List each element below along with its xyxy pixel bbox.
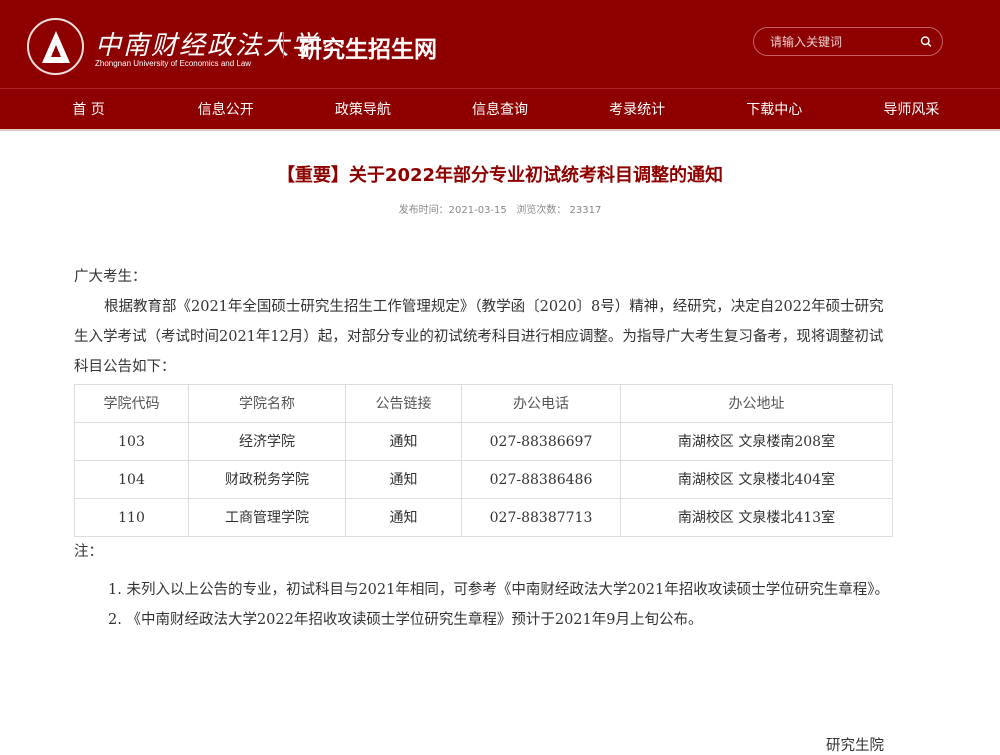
th-code: 学院代码 bbox=[74, 384, 189, 423]
nav-home[interactable]: 首 页 bbox=[34, 99, 144, 119]
signature: 研究生院 bbox=[826, 738, 884, 754]
views-count: 23317 bbox=[569, 205, 602, 216]
table-row: 110 工商管理学院 通知 027-88387713 南湖校区 文泉楼北413室 bbox=[74, 498, 893, 537]
th-name: 学院名称 bbox=[188, 384, 346, 423]
publish-date: 2021-03-15 bbox=[448, 205, 507, 216]
main-nav: 首 页 信息公开 政策导航 信息查询 考录统计 下载中心 导师风采 bbox=[0, 88, 1000, 131]
notice-link[interactable]: 通知 bbox=[345, 498, 462, 537]
note-item: 2. 《中南财经政法大学2022年招收攻读硕士学位研究生章程》预计于2021年9… bbox=[108, 612, 703, 628]
cell: 027-88386486 bbox=[461, 460, 621, 499]
nav-info-public[interactable]: 信息公开 bbox=[171, 99, 281, 119]
cell: 027-88386697 bbox=[461, 422, 621, 461]
cell: 财政税务学院 bbox=[188, 460, 346, 499]
views-label: 浏览次数： bbox=[516, 205, 567, 216]
search-icon[interactable] bbox=[920, 34, 932, 49]
search-box bbox=[753, 27, 943, 56]
cell: 南湖校区 文泉楼北413室 bbox=[620, 498, 893, 537]
paragraph: 根据教育部《2021年全国硕士研究生招生工作管理规定》（教学函〔2020〕8号）… bbox=[74, 299, 884, 375]
cell: 104 bbox=[74, 460, 189, 499]
article-title: 【重要】关于2022年部分专业初试统考科目调整的通知 bbox=[276, 165, 724, 186]
header: 中南财经政法大学 Zhongnan University of Economic… bbox=[0, 0, 1000, 88]
college-table: 学院代码 学院名称 公告链接 办公电话 办公地址 103 经济学院 通知 027-883866… bbox=[74, 384, 893, 537]
cell: 103 bbox=[74, 422, 189, 461]
th-phone: 办公电话 bbox=[461, 384, 621, 423]
divider bbox=[283, 32, 284, 58]
notice-link[interactable]: 通知 bbox=[345, 422, 462, 461]
cell: 027-88387713 bbox=[461, 498, 621, 537]
nav-supervisors[interactable]: 导师风采 bbox=[856, 99, 966, 119]
table-row: 103 经济学院 通知 027-88386697 南湖校区 文泉楼南208室 bbox=[74, 422, 893, 461]
site-title: 研究生招生网 bbox=[299, 37, 437, 63]
note-label: 注： bbox=[74, 544, 103, 560]
note-item: 1. 未列入以上公告的专业，初试科目与2021年相同，可参考《中南财经政法大学2… bbox=[108, 582, 889, 598]
nav-downloads[interactable]: 下载中心 bbox=[719, 99, 829, 119]
article-meta: 发布时间：2021-03-15 浏览次数： 23317 bbox=[0, 201, 1000, 216]
table-row: 104 财政税务学院 通知 027-88386486 南湖校区 文泉楼北404室 bbox=[74, 460, 893, 499]
publish-label: 发布时间： bbox=[398, 205, 449, 216]
nav-info-query[interactable]: 信息查询 bbox=[445, 99, 555, 119]
search-input[interactable] bbox=[770, 34, 920, 49]
cell: 110 bbox=[74, 498, 189, 537]
cell: 南湖校区 文泉楼北404室 bbox=[620, 460, 893, 499]
nav-policy[interactable]: 政策导航 bbox=[308, 99, 418, 119]
cell: 经济学院 bbox=[188, 422, 346, 461]
university-logo[interactable] bbox=[27, 18, 84, 75]
th-address: 办公地址 bbox=[620, 384, 893, 423]
article-body: 广大考生： 根据教育部《2021年全国硕士研究生招生工作管理规定》（教学函〔20… bbox=[74, 262, 894, 635]
notice-link[interactable]: 通知 bbox=[345, 460, 462, 499]
nav-statistics[interactable]: 考录统计 bbox=[582, 99, 692, 119]
greeting: 广大考生： bbox=[74, 269, 147, 285]
cell: 工商管理学院 bbox=[188, 498, 346, 537]
cell: 南湖校区 文泉楼南208室 bbox=[620, 422, 893, 461]
university-name-en: Zhongnan University of Economics and Law bbox=[95, 59, 252, 68]
th-link: 公告链接 bbox=[345, 384, 462, 423]
university-name-cn: 中南财经政法大学 bbox=[95, 31, 320, 61]
